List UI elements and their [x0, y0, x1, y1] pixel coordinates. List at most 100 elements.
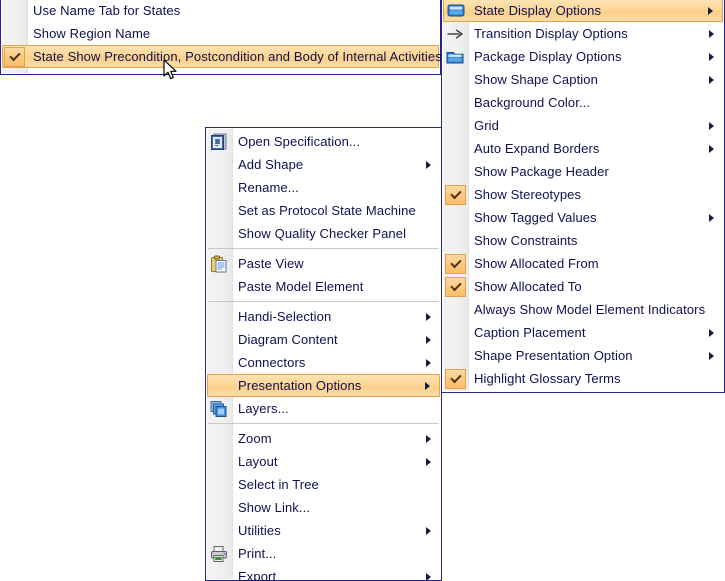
menu-item-label: Rename... — [238, 180, 299, 195]
menu-item-use-name-tab-for-states[interactable]: Use Name Tab for States — [2, 0, 439, 22]
menu-item-label: Set as Protocol State Machine — [238, 203, 416, 218]
menu-item-handi-selection[interactable]: Handi-Selection — [207, 305, 440, 328]
specification-icon — [210, 133, 229, 151]
menu-item-label: Print... — [238, 546, 277, 561]
menu-item-show-shape-caption[interactable]: Show Shape Caption — [443, 68, 723, 91]
menu-item-label: Auto Expand Borders — [474, 141, 600, 156]
submenu-arrow-icon — [709, 52, 714, 61]
checkmark-icon — [445, 184, 466, 205]
submenu-arrow-icon — [426, 434, 431, 443]
menu-item-package-display-options[interactable]: Package Display Options — [443, 45, 723, 68]
menu-item-show-region-name[interactable]: Show Region Name — [2, 22, 439, 45]
menu-item-layout[interactable]: Layout — [207, 450, 440, 473]
checkmark-icon — [4, 46, 25, 67]
menu-item-always-show-model-element-indicators[interactable]: Always Show Model Element Indicators — [443, 298, 723, 321]
menu-item-label: Show Stereotypes — [474, 187, 582, 202]
menu-item-show-tagged-values[interactable]: Show Tagged Values — [443, 206, 723, 229]
menu-item-grid[interactable]: Grid — [443, 114, 723, 137]
menu-item-connectors[interactable]: Connectors — [207, 351, 440, 374]
menu-item-show-link[interactable]: Show Link... — [207, 496, 440, 519]
menu-item-open-specification[interactable]: Open Specification... — [207, 130, 440, 153]
state-display-options-items: Use Name Tab for States Show Region Name S… — [1, 0, 442, 68]
printer-icon — [210, 545, 229, 563]
menu-item-zoom[interactable]: Zoom — [207, 427, 440, 450]
menu-item-auto-expand-borders[interactable]: Auto Expand Borders — [443, 137, 723, 160]
menu-item-label: Show Allocated To — [474, 279, 582, 294]
submenu-arrow-icon — [709, 29, 714, 38]
menu-item-label: Show Package Header — [474, 164, 609, 179]
submenu-arrow-icon — [426, 572, 431, 581]
menu-item-label: Shape Presentation Option — [474, 348, 633, 363]
menu-item-export[interactable]: Export — [207, 565, 440, 581]
menu-item-print[interactable]: Print... — [207, 542, 440, 565]
menu-item-label: Transition Display Options — [474, 26, 628, 41]
layers-icon — [210, 400, 229, 418]
menu-item-label: Show Tagged Values — [474, 210, 597, 225]
submenu-arrow-icon — [709, 351, 714, 360]
submenu-arrow-icon — [426, 358, 431, 367]
menu-item-paste-view[interactable]: Paste View — [207, 252, 440, 275]
clipboard-paste-icon — [210, 255, 229, 273]
menu-item-label: Highlight Glossary Terms — [474, 371, 621, 386]
menu-item-label: Layers... — [238, 401, 289, 416]
diagram-context-menu[interactable]: Open Specification... Add Shape Rename... S… — [205, 127, 442, 581]
menu-item-label: Handi-Selection — [238, 309, 332, 324]
menu-item-background-color[interactable]: Background Color... — [443, 91, 723, 114]
presentation-options-submenu[interactable]: State Display Options Transition Display … — [441, 0, 725, 393]
menu-item-presentation-options[interactable]: Presentation Options — [207, 374, 440, 397]
menu-item-label: Show Quality Checker Panel — [238, 226, 407, 241]
menu-item-label: Export — [238, 569, 277, 581]
submenu-arrow-icon — [709, 121, 714, 130]
menu-item-label: Diagram Content — [238, 332, 338, 347]
menu-item-diagram-content[interactable]: Diagram Content — [207, 328, 440, 351]
submenu-arrow-icon — [426, 526, 431, 535]
menu-item-set-as-protocol-state-machine[interactable]: Set as Protocol State Machine — [207, 199, 440, 222]
menu-item-paste-model-element[interactable]: Paste Model Element — [207, 275, 440, 298]
menu-item-shape-presentation-option[interactable]: Shape Presentation Option — [443, 344, 723, 367]
menu-item-show-allocated-from[interactable]: Show Allocated From — [443, 252, 723, 275]
menu-item-label: Always Show Model Element Indicators — [474, 302, 706, 317]
menu-item-label: Layout — [238, 454, 278, 469]
submenu-arrow-icon — [426, 312, 431, 321]
submenu-arrow-icon — [426, 160, 431, 169]
menu-item-label: Utilities — [238, 523, 281, 538]
menu-item-label: Connectors — [238, 355, 306, 370]
menu-item-label: Package Display Options — [474, 49, 622, 64]
menu-separator — [208, 248, 439, 249]
menu-item-show-allocated-to[interactable]: Show Allocated To — [443, 275, 723, 298]
submenu-arrow-icon — [709, 328, 714, 337]
submenu-arrow-icon — [709, 75, 714, 84]
menu-item-add-shape[interactable]: Add Shape — [207, 153, 440, 176]
menu-item-rename[interactable]: Rename... — [207, 176, 440, 199]
menu-item-label: Show Link... — [238, 500, 311, 515]
menu-item-label: Open Specification... — [238, 134, 361, 149]
menu-item-show-quality-checker-panel[interactable]: Show Quality Checker Panel — [207, 222, 440, 245]
submenu-arrow-icon — [426, 457, 431, 466]
menu-item-label: Show Constraints — [474, 233, 578, 248]
menu-item-state-show-precondition-postcondition-and-bo[interactable]: State Show Precondition, Postcondition a… — [2, 45, 442, 68]
menu-separator — [208, 423, 439, 424]
menu-item-state-display-options[interactable]: State Display Options — [443, 0, 723, 22]
menu-item-label: Paste Model Element — [238, 279, 364, 294]
menu-item-highlight-glossary-terms[interactable]: Highlight Glossary Terms — [443, 367, 723, 390]
menu-item-label: Background Color... — [474, 95, 591, 110]
submenu-arrow-icon — [709, 213, 714, 222]
menu-item-utilities[interactable]: Utilities — [207, 519, 440, 542]
menu-item-label: Paste View — [238, 256, 304, 271]
menu-item-label: State Display Options — [474, 3, 602, 18]
submenu-arrow-icon — [709, 144, 714, 153]
screen-root: Use Name Tab for States Show Region Name S… — [0, 0, 725, 581]
menu-item-transition-display-options[interactable]: Transition Display Options — [443, 22, 723, 45]
checkmark-icon — [445, 253, 466, 274]
menu-item-show-package-header[interactable]: Show Package Header — [443, 160, 723, 183]
state-shape-icon — [447, 2, 466, 20]
menu-item-layers[interactable]: Layers... — [207, 397, 440, 420]
state-display-options-submenu[interactable]: Use Name Tab for States Show Region Name S… — [0, 0, 442, 75]
menu-item-caption-placement[interactable]: Caption Placement — [443, 321, 723, 344]
presentation-options-items: State Display Options Transition Display … — [442, 0, 724, 390]
menu-item-select-in-tree[interactable]: Select in Tree — [207, 473, 440, 496]
menu-item-show-stereotypes[interactable]: Show Stereotypes — [443, 183, 723, 206]
diagram-context-menu-items: Open Specification... Add Shape Rename... S… — [206, 130, 441, 581]
menu-item-label: Select in Tree — [238, 477, 319, 492]
menu-item-show-constraints[interactable]: Show Constraints — [443, 229, 723, 252]
